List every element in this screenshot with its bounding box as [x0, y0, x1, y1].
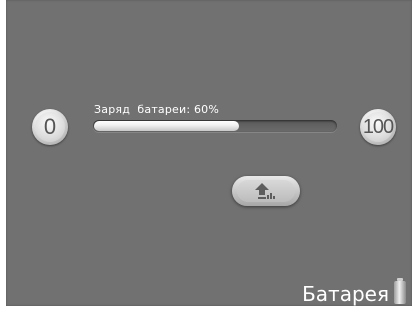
apply-button-face: [237, 180, 295, 202]
max-value-label: 100: [363, 112, 394, 142]
charge-label: Заряд батареи: 60%: [94, 103, 220, 116]
battery-settings-screen: 0 Заряд батареи: 60% 100 Батарея: [6, 0, 412, 306]
apply-button[interactable]: [232, 176, 300, 206]
page-title: Батарея: [302, 282, 389, 306]
battery-icon: [394, 278, 406, 304]
set-min-button[interactable]: 0: [32, 109, 68, 145]
set-max-button[interactable]: 100: [360, 109, 396, 145]
min-value-label: 0: [35, 112, 65, 142]
charge-fill: [94, 121, 240, 131]
charge-slider[interactable]: [93, 120, 337, 132]
upload-arrow-icon: [255, 183, 275, 199]
